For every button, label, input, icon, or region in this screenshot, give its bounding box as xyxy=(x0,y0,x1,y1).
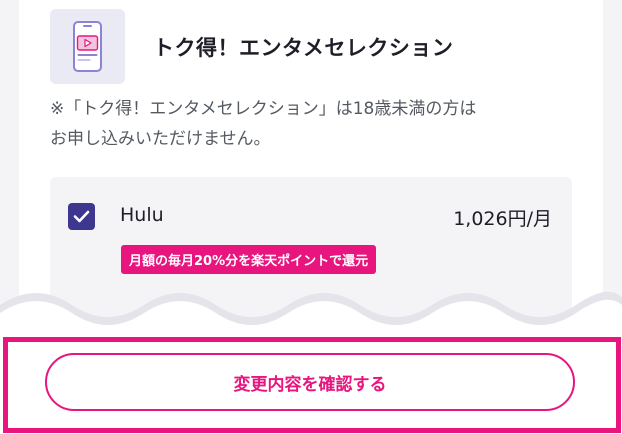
promo-badge: 月額の毎月20%分を楽天ポイントで還元 xyxy=(121,245,377,274)
service-price: 1,026円/月 xyxy=(453,208,552,230)
age-restriction-notice: ※「トク得！エンタメセレクション」は18歳未満の方は お申し込みいただけません。 xyxy=(50,94,590,154)
confirm-changes-button[interactable]: 変更内容を確認する xyxy=(45,353,575,411)
service-name: Hulu xyxy=(120,204,164,226)
tablet-video-icon xyxy=(50,9,125,84)
section-title: トク得！エンタメセレクション xyxy=(153,36,454,60)
hulu-checkbox[interactable] xyxy=(68,203,95,230)
wave-divider xyxy=(0,291,622,337)
notice-line-2: お申し込みいただけません。 xyxy=(50,129,271,149)
notice-line-1: ※「トク得！エンタメセレクション」は18歳未満の方は xyxy=(50,99,477,119)
checkmark-icon xyxy=(73,210,90,223)
